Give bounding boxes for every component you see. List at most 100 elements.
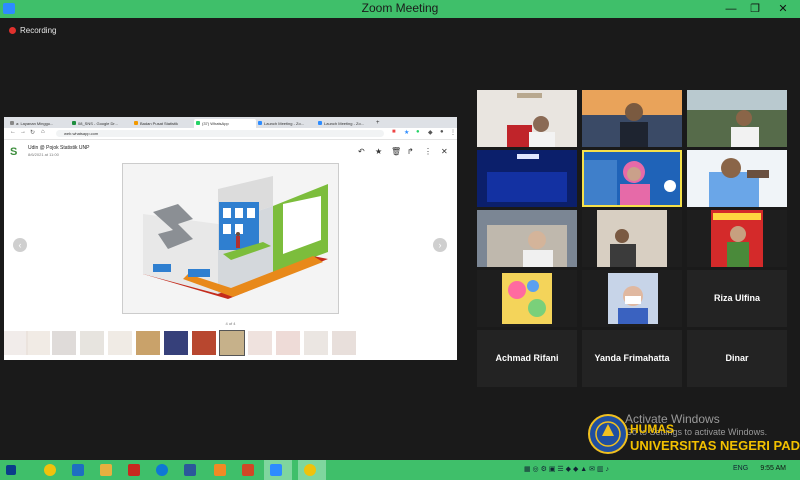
participant-video[interactable]: [477, 270, 577, 327]
windows-taskbar: ▦ ◎ ⚙ ▣ ☰ ◆ ◆ ▲ ✉ ▥ ♪ ENG 9:55 AM: [0, 460, 800, 480]
powerpoint-icon[interactable]: [242, 464, 254, 476]
extension-icon[interactable]: ■: [392, 129, 396, 135]
close-icon[interactable]: ✕: [441, 147, 448, 156]
thumbnail[interactable]: [164, 331, 188, 355]
chrome-icon[interactable]: [304, 464, 316, 476]
participant-video[interactable]: [687, 90, 787, 147]
participant-video-feed: [477, 210, 577, 267]
record-icon: [9, 27, 16, 34]
window-title: Zoom Meeting: [361, 1, 439, 15]
tray-icons[interactable]: ▦ ◎ ⚙ ▣ ☰ ◆ ◆ ▲ ✉ ▥ ♪: [524, 465, 609, 473]
participant-video-feed: [687, 150, 787, 207]
next-image-button[interactable]: ›: [433, 238, 447, 252]
browser-tab[interactable]: Launch Meeting - Zo...: [316, 119, 376, 128]
shared-screen: a: Layanan Minggu... 08_SNS - Google Dr.…: [4, 117, 457, 360]
menu-icon[interactable]: ⋮: [450, 129, 456, 136]
thumbnail[interactable]: [26, 331, 50, 355]
participant-video-feed: [582, 90, 682, 147]
thumbnail-strip: [4, 330, 457, 360]
participant-video-active-speaker[interactable]: [582, 150, 682, 207]
title-bar: Zoom Meeting — ❐ ✕: [0, 0, 800, 18]
participant-name-tile[interactable]: Yanda Frimahatta: [582, 330, 682, 387]
participant-video-feed: [477, 270, 577, 327]
university-seal-icon: [588, 414, 628, 454]
browser-tab[interactable]: Launch Meeting - Zo...: [256, 119, 316, 128]
tab-favicon: [318, 121, 322, 125]
more-icon[interactable]: ⋮: [424, 147, 432, 156]
contact-name: Udin @ Pojok Statistik UNP: [28, 145, 90, 151]
chrome-icon[interactable]: [44, 464, 56, 476]
browser-tab[interactable]: Badan Pusat Statistik: [132, 119, 192, 128]
browser-tab-active[interactable]: (37) WhatsApp: [194, 119, 256, 128]
participant-video-feed: [687, 210, 787, 267]
participant-video[interactable]: [687, 210, 787, 267]
extension-icon[interactable]: ◆: [428, 129, 433, 136]
clock[interactable]: 9:55 AM: [760, 465, 786, 472]
back-icon[interactable]: ←: [10, 129, 16, 135]
participant-video[interactable]: [477, 210, 577, 267]
acrobat-icon[interactable]: [128, 464, 140, 476]
booth-photo: [122, 163, 339, 314]
participant-name-tile[interactable]: Dinar: [687, 330, 787, 387]
edge-icon[interactable]: [72, 464, 84, 476]
thumbnail[interactable]: [276, 331, 300, 355]
url-field[interactable]: web.whatsapp.com: [56, 130, 384, 137]
new-tab-button[interactable]: +: [376, 119, 384, 128]
participant-video[interactable]: [477, 150, 577, 207]
forward-icon[interactable]: →: [20, 129, 26, 135]
thumbnail-selected[interactable]: [219, 330, 245, 356]
close-button[interactable]: ✕: [768, 0, 798, 18]
delete-icon[interactable]: 🗑: [391, 147, 401, 156]
maximize-button[interactable]: ❐: [742, 0, 768, 18]
thumbnail[interactable]: [80, 331, 104, 355]
browser-tab[interactable]: a: Layanan Minggu...: [8, 119, 66, 128]
word-icon[interactable]: [184, 464, 196, 476]
browser-tab-strip: a: Layanan Minggu... 08_SNS - Google Dr.…: [4, 117, 457, 128]
participant-video-feed: [582, 150, 682, 207]
profile-icon[interactable]: ●: [440, 129, 444, 135]
extension-icon[interactable]: ●: [416, 129, 420, 135]
participant-name: Yanda Frimahatta: [594, 352, 670, 363]
participant-video-feed: [477, 90, 577, 147]
home-icon[interactable]: ⌂: [41, 129, 45, 135]
thumbnail[interactable]: [4, 331, 28, 355]
seal-emblem: [595, 421, 621, 447]
edge-chromium-icon[interactable]: [156, 464, 168, 476]
browser-tab[interactable]: 08_SNS - Google Dr...: [70, 119, 132, 128]
forward-icon[interactable]: ↱: [407, 147, 414, 156]
tab-favicon: [258, 121, 262, 125]
reload-icon[interactable]: ↻: [30, 129, 35, 136]
thumbnail[interactable]: [192, 331, 216, 355]
tab-favicon: [134, 121, 138, 125]
app-icon[interactable]: [214, 464, 226, 476]
thumbnail[interactable]: [136, 331, 160, 355]
address-bar: ← → ↻ ⌂ web.whatsapp.com ■ ★ ● ◆ ● ⋮: [4, 128, 457, 140]
participant-name-tile[interactable]: Riza Ulfina: [687, 270, 787, 327]
star-icon[interactable]: ★: [404, 129, 409, 136]
participant-name: Dinar: [725, 352, 749, 363]
thumbnail[interactable]: [248, 331, 272, 355]
participant-video[interactable]: [582, 210, 682, 267]
previous-image-button[interactable]: ‹: [13, 238, 27, 252]
star-icon[interactable]: ★: [375, 147, 382, 156]
recording-label: Recording: [20, 26, 57, 35]
participant-video[interactable]: [687, 150, 787, 207]
reply-icon[interactable]: ↶: [358, 147, 365, 156]
thumbnail[interactable]: [52, 331, 76, 355]
message-date: 8/6/2021 at 11:00: [28, 152, 59, 157]
start-icon[interactable]: [6, 465, 16, 475]
participant-video[interactable]: [582, 270, 682, 327]
participant-video[interactable]: [477, 90, 577, 147]
file-explorer-icon[interactable]: [100, 464, 112, 476]
recording-indicator[interactable]: Recording: [9, 26, 56, 35]
thumbnail[interactable]: [108, 331, 132, 355]
thumbnail[interactable]: [304, 331, 328, 355]
minimize-button[interactable]: —: [718, 0, 744, 18]
participant-video[interactable]: [582, 90, 682, 147]
image-counter: 4 of 4: [225, 321, 236, 326]
zoom-icon[interactable]: [270, 464, 282, 476]
participant-name-tile[interactable]: Achmad Rifani: [477, 330, 577, 387]
language-indicator[interactable]: ENG: [733, 465, 748, 472]
media-viewer-header: S Udin @ Pojok Statistik UNP 8/6/2021 at…: [4, 140, 457, 162]
thumbnail[interactable]: [332, 331, 356, 355]
